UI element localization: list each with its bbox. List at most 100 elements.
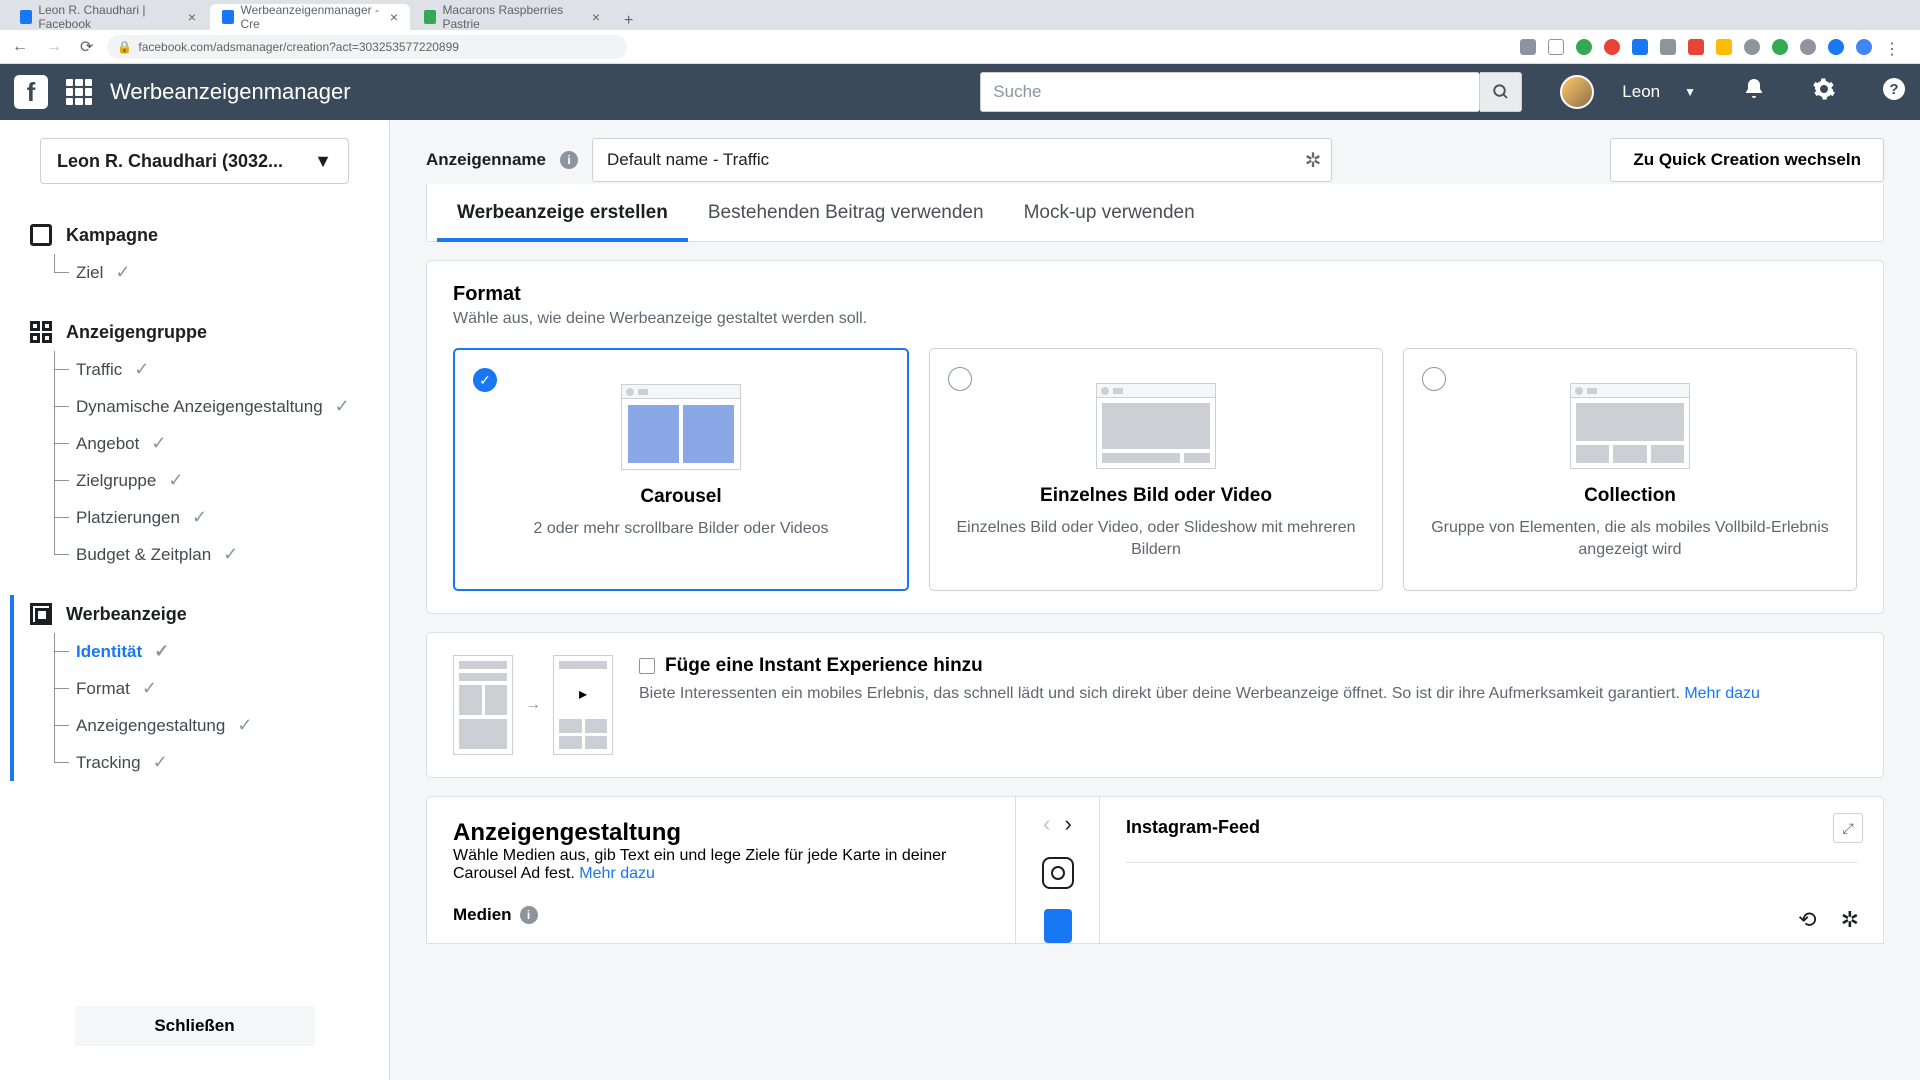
design-row: Anzeigengestaltung Wähle Medien aus, gib… <box>426 778 1884 944</box>
nav-item-budget[interactable]: Budget & Zeitplan ✓ <box>54 536 379 573</box>
instagram-icon[interactable] <box>1042 857 1074 889</box>
extension-icon[interactable] <box>1576 39 1592 55</box>
extension-icon[interactable] <box>1604 39 1620 55</box>
close-icon[interactable]: × <box>592 9 600 25</box>
nav-item-identitaet[interactable]: Identität✓ <box>54 633 379 670</box>
nav-item-dynamic[interactable]: Dynamische Anzeigengestaltung✓ <box>54 388 379 425</box>
extension-icon[interactable] <box>1744 39 1760 55</box>
format-title: Format <box>453 283 1857 306</box>
notifications-icon[interactable] <box>1742 77 1766 108</box>
nav-heading[interactable]: Anzeigengruppe <box>24 313 379 351</box>
url-text: facebook.com/adsmanager/creation?act=303… <box>138 40 459 54</box>
nav-item-tracking[interactable]: Tracking✓ <box>54 744 379 781</box>
user-name[interactable]: Leon <box>1612 82 1666 102</box>
format-option-desc: 2 oder mehr scrollbare Bilder oder Video… <box>479 518 883 540</box>
favicon-icon <box>20 10 32 24</box>
ad-name-label: Anzeigenname <box>426 150 546 170</box>
nav-item-platzierungen[interactable]: Platzierungen✓ <box>54 499 379 536</box>
bug-icon[interactable]: ✲ <box>1841 907 1859 933</box>
browser-tab[interactable]: Leon R. Chaudhari | Facebook × <box>8 4 208 30</box>
extension-icon[interactable] <box>1660 39 1676 55</box>
extension-icon[interactable] <box>1772 39 1788 55</box>
new-tab-button[interactable]: + <box>614 12 643 30</box>
format-option-carousel[interactable]: ✓ Carousel 2 oder mehr scrollbare Bilder… <box>453 348 909 591</box>
nav-item-angebot[interactable]: Angebot✓ <box>54 425 379 462</box>
tab-create-ad[interactable]: Werbeanzeige erstellen <box>437 184 688 241</box>
nav-item-zielgruppe[interactable]: Zielgruppe✓ <box>54 462 379 499</box>
close-icon[interactable]: × <box>390 9 398 25</box>
next-arrow-icon[interactable]: › <box>1065 811 1072 837</box>
nav-heading[interactable]: Kampagne <box>24 216 379 254</box>
forward-icon[interactable]: → <box>42 34 66 60</box>
check-icon: ✓ <box>151 433 166 454</box>
search-button[interactable] <box>1480 72 1522 112</box>
learn-more-link[interactable]: Mehr dazu <box>579 865 655 882</box>
refresh-icon[interactable]: ⟲ <box>1798 907 1816 933</box>
extension-icon[interactable] <box>1828 39 1844 55</box>
close-button[interactable]: Schließen <box>75 1006 315 1046</box>
nav-item-format[interactable]: Format✓ <box>54 670 379 707</box>
preview-panel: Instagram-Feed ⤢ ⟲ ✲ <box>1100 796 1884 944</box>
format-option-collection[interactable]: Collection Gruppe von Elementen, die als… <box>1403 348 1857 591</box>
expand-icon[interactable]: ⤢ <box>1833 813 1863 843</box>
format-subtitle: Wähle aus, wie deine Werbeanzeige gestal… <box>453 310 1857 328</box>
extension-icon[interactable] <box>1548 39 1564 55</box>
gear-icon[interactable]: ✲ <box>1305 148 1322 173</box>
account-name: Leon R. Chaudhari (3032... <box>57 151 283 172</box>
nav-heading[interactable]: Werbeanzeige <box>24 595 379 633</box>
url-input[interactable]: 🔒 facebook.com/adsmanager/creation?act=3… <box>107 35 627 59</box>
menu-icon[interactable]: ⋮ <box>1884 39 1900 55</box>
nav-item-label: Budget & Zeitplan <box>76 545 211 565</box>
user-avatar[interactable] <box>1560 75 1594 109</box>
info-icon[interactable]: i <box>520 906 538 924</box>
ad-name-value: Default name - Traffic <box>607 150 769 170</box>
info-icon[interactable]: i <box>560 151 578 169</box>
check-icon: ✓ <box>154 641 169 662</box>
reload-icon[interactable]: ⟳ <box>76 33 97 61</box>
app-switcher-icon[interactable] <box>66 79 92 105</box>
tab-existing-post[interactable]: Bestehenden Beitrag verwenden <box>688 184 1004 241</box>
nav-item-traffic[interactable]: Traffic✓ <box>54 351 379 388</box>
app-title: Werbeanzeigenmanager <box>110 79 351 105</box>
format-option-desc: Einzelnes Bild oder Video, oder Slidesho… <box>954 517 1358 560</box>
extension-icon[interactable] <box>1800 39 1816 55</box>
section-title: Kampagne <box>66 225 158 246</box>
extension-icon[interactable] <box>1520 39 1536 55</box>
tab-mockup[interactable]: Mock-up verwenden <box>1004 184 1215 241</box>
extension-icon[interactable] <box>1632 39 1648 55</box>
check-icon: ✓ <box>335 396 350 417</box>
avatar-icon[interactable] <box>1856 39 1872 55</box>
nav-item-ziel[interactable]: Ziel ✓ <box>54 254 379 291</box>
format-option-title: Einzelnes Bild oder Video <box>954 485 1358 507</box>
quick-creation-button[interactable]: Zu Quick Creation wechseln <box>1610 138 1884 182</box>
learn-more-link[interactable]: Mehr dazu <box>1684 685 1760 702</box>
browser-tab-active[interactable]: Werbeanzeigenmanager - Cre × <box>210 4 410 30</box>
nav-section-anzeigengruppe: Anzeigengruppe Traffic✓ Dynamische Anzei… <box>10 313 379 573</box>
instant-exp-title: Füge eine Instant Experience hinzu <box>665 655 983 677</box>
search-input[interactable]: Suche <box>980 72 1480 112</box>
svg-text:?: ? <box>1889 81 1898 98</box>
help-icon[interactable]: ? <box>1882 77 1906 108</box>
prev-arrow-icon[interactable]: ‹ <box>1043 811 1050 837</box>
mobile-icon[interactable] <box>1044 909 1072 943</box>
chevron-down-icon[interactable]: ▼ <box>1684 85 1696 99</box>
back-icon[interactable]: ← <box>8 34 32 60</box>
instant-exp-checkbox[interactable] <box>639 658 655 674</box>
extension-icon[interactable] <box>1716 39 1732 55</box>
gear-icon[interactable] <box>1812 77 1836 108</box>
design-panel: Anzeigengestaltung Wähle Medien aus, gib… <box>426 796 1016 944</box>
format-option-single[interactable]: Einzelnes Bild oder Video Einzelnes Bild… <box>929 348 1383 591</box>
browser-address-bar: ← → ⟳ 🔒 facebook.com/adsmanager/creation… <box>0 30 1920 64</box>
nav-item-gestaltung[interactable]: Anzeigengestaltung✓ <box>54 707 379 744</box>
preview-title: Instagram-Feed <box>1126 817 1857 838</box>
ad-name-input[interactable]: Default name - Traffic ✲ <box>592 138 1332 182</box>
close-icon[interactable]: × <box>188 9 196 25</box>
browser-tab[interactable]: Macarons Raspberries Pastrie × <box>412 4 612 30</box>
single-preview-icon <box>1096 383 1216 469</box>
check-icon: ✓ <box>153 752 168 773</box>
radio-icon <box>1422 367 1446 391</box>
facebook-logo-icon[interactable]: f <box>14 75 48 109</box>
account-selector[interactable]: Leon R. Chaudhari (3032... ▼ <box>40 138 349 184</box>
extension-icon[interactable] <box>1688 39 1704 55</box>
check-icon: ✓ <box>223 544 238 565</box>
